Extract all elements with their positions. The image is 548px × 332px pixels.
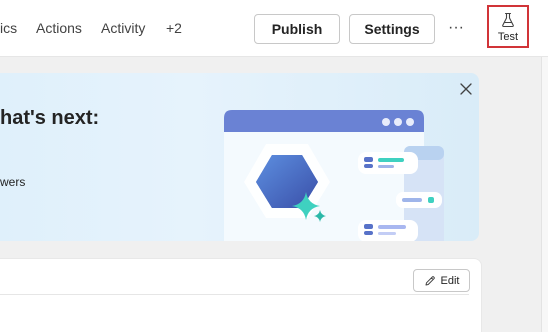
banner-title: hat's next: — [0, 107, 100, 129]
close-icon[interactable] — [458, 81, 474, 97]
edit-label: Edit — [440, 274, 460, 287]
whats-next-banner: hat's next: wers — [0, 73, 479, 241]
publish-button[interactable]: Publish — [254, 14, 340, 44]
test-button[interactable]: Test — [487, 5, 529, 48]
banner-illustration — [224, 110, 444, 241]
pencil-icon — [425, 275, 435, 285]
card-divider — [0, 294, 469, 295]
nav-tab-activity[interactable]: Activity — [101, 20, 145, 36]
nav-tab-actions[interactable]: Actions — [36, 20, 82, 36]
flask-icon — [502, 12, 514, 28]
edit-button[interactable]: Edit — [413, 269, 470, 292]
top-toolbar: ics Actions Activity +2 Publish Settings… — [0, 0, 548, 57]
more-options-button[interactable]: ··· — [447, 19, 465, 36]
banner-body-text: wers — [0, 175, 26, 189]
settings-button[interactable]: Settings — [349, 14, 435, 44]
nav-overflow-count[interactable]: +2 — [166, 20, 182, 36]
publish-label: Publish — [271, 21, 323, 37]
test-label: Test — [497, 31, 519, 43]
nav-tab-analytics[interactable]: ics — [0, 20, 17, 36]
scrollbar-track[interactable] — [541, 57, 548, 332]
more-horizontal-icon: ··· — [448, 19, 464, 36]
settings-label: Settings — [364, 21, 420, 37]
content-card: Edit — [0, 258, 482, 332]
